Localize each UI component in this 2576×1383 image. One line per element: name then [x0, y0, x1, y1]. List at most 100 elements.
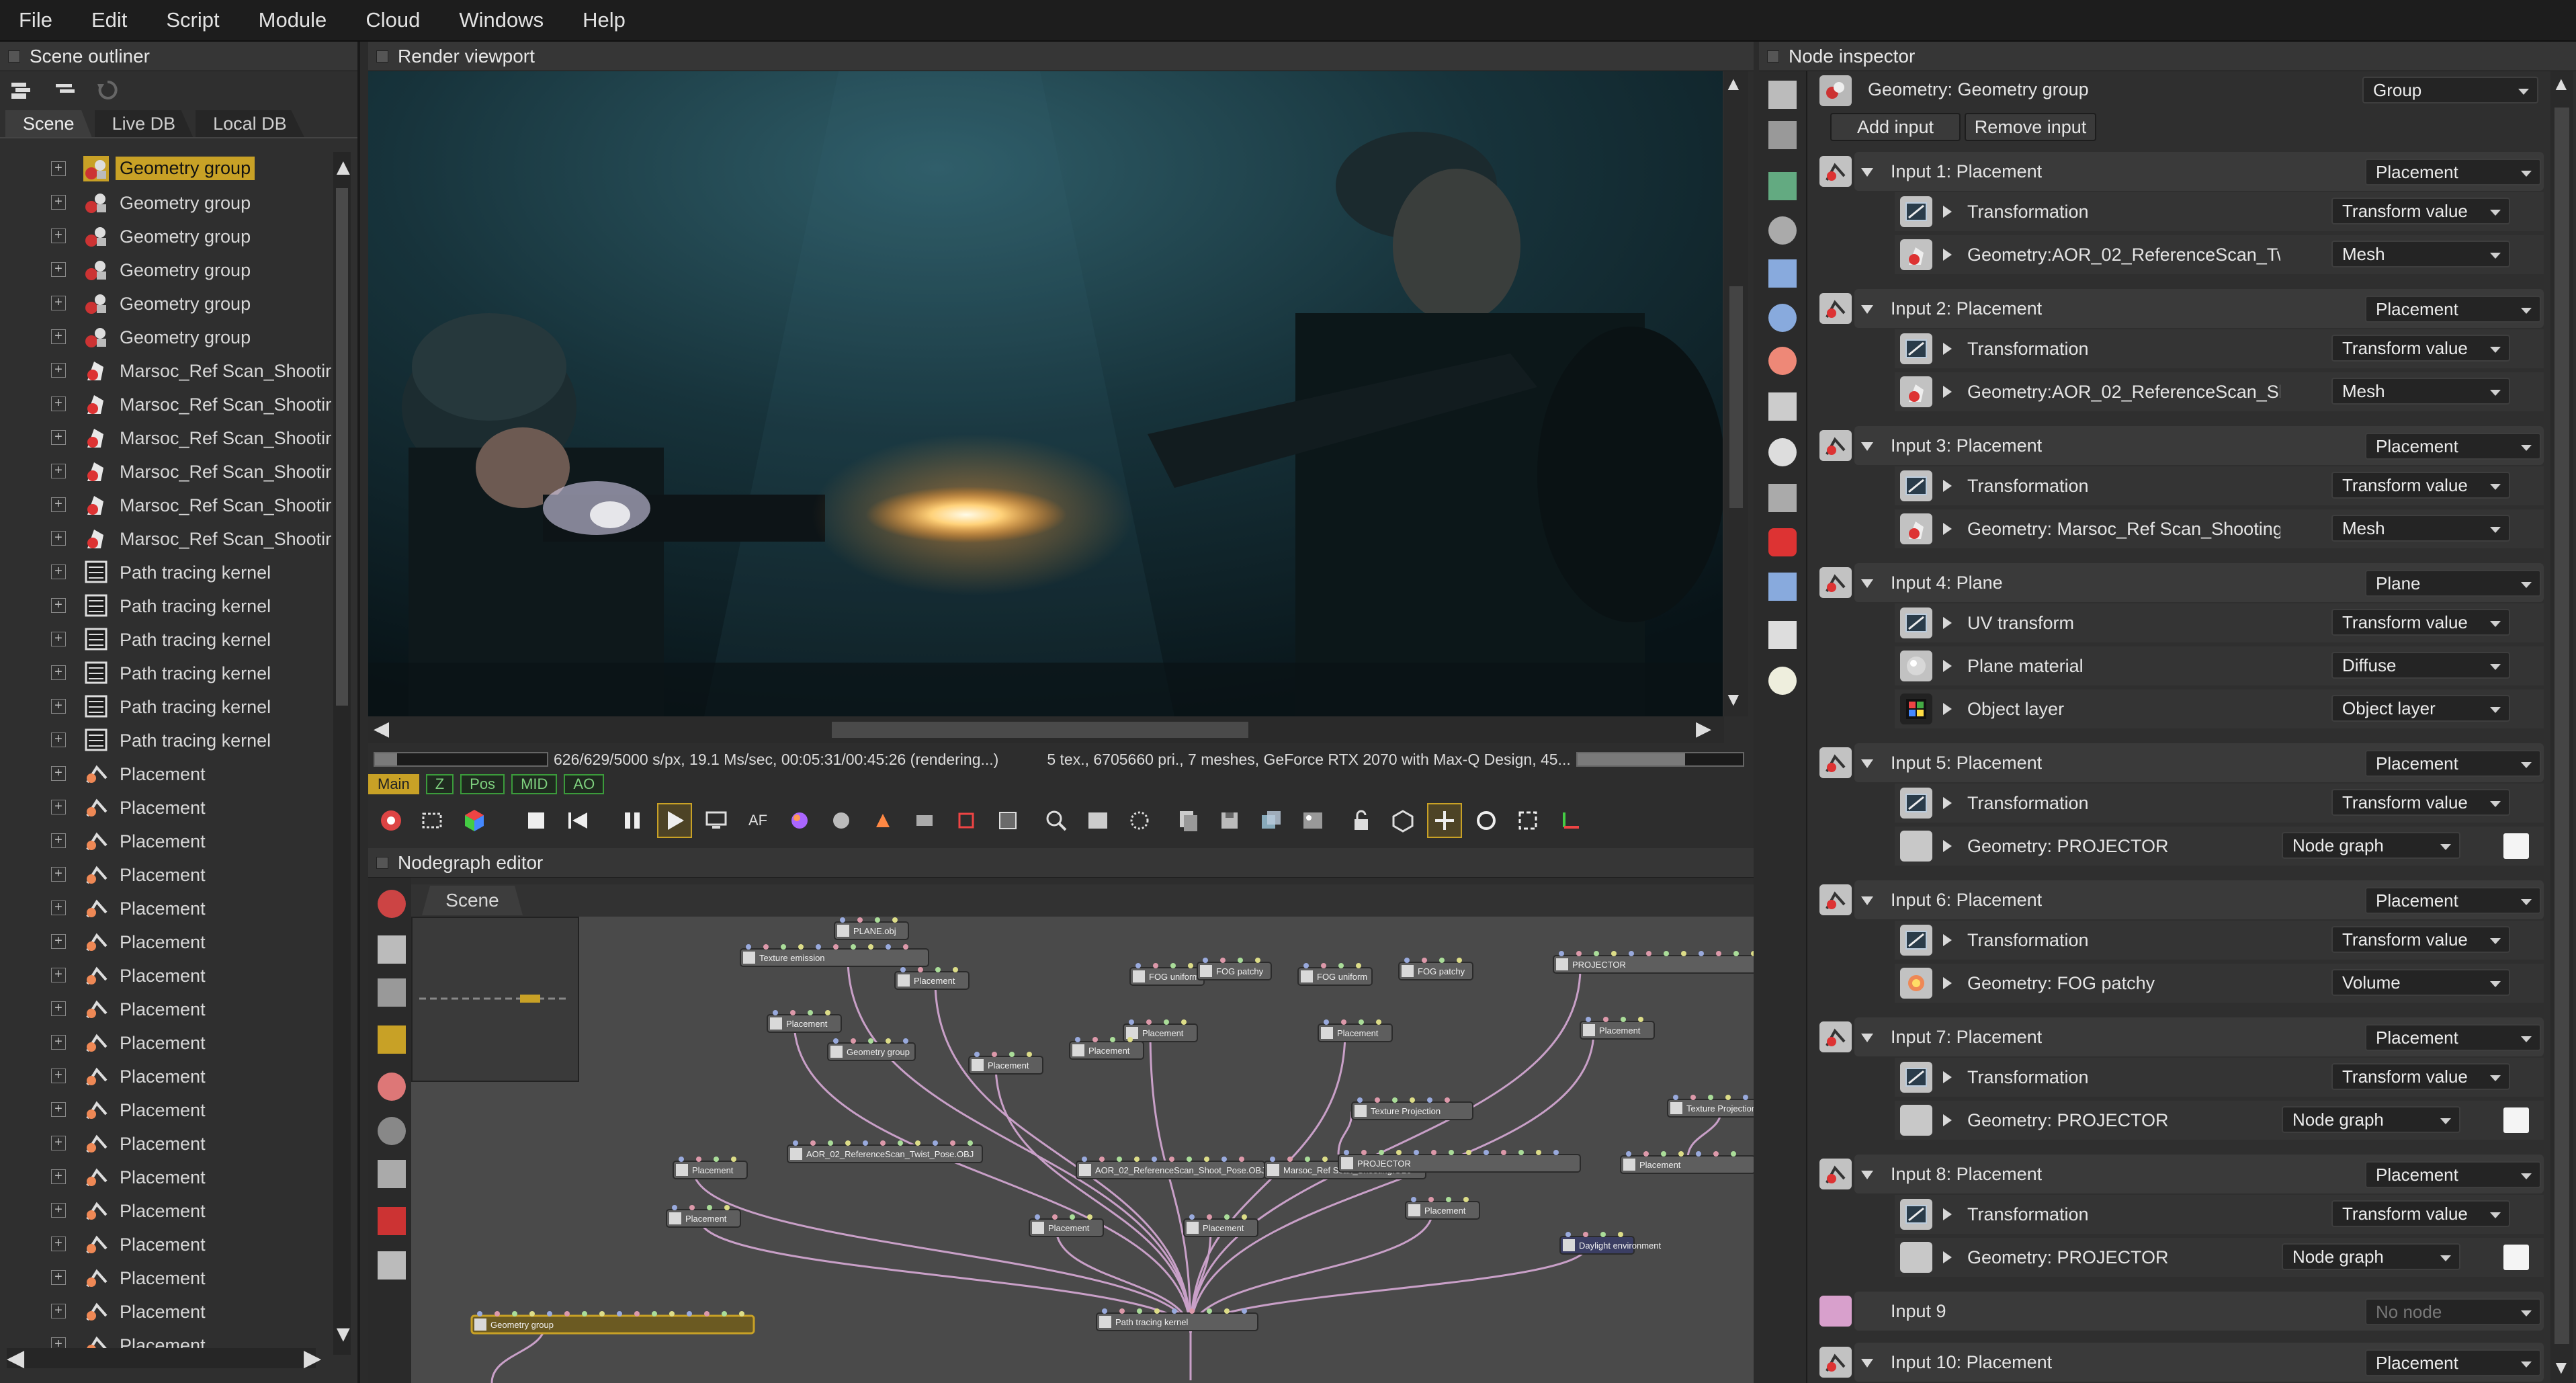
collapse-arrow-icon[interactable]	[1861, 1171, 1873, 1179]
expand-toggle-icon[interactable]: +	[51, 665, 66, 680]
panel-checkbox[interactable]	[8, 50, 20, 62]
expand-toggle-icon[interactable]: +	[51, 934, 66, 949]
input-type-dropdown[interactable]: Placement	[2365, 433, 2541, 460]
camera-icon[interactable]	[1768, 216, 1797, 245]
node-input-pin[interactable]	[1239, 1157, 1244, 1162]
expand-toggle-icon[interactable]: +	[51, 228, 66, 243]
outliner-item[interactable]: + Placement	[0, 1193, 336, 1227]
input-child-row[interactable]: Plane material Diffuse	[1895, 646, 2544, 685]
expand-toggle-icon[interactable]: +	[51, 464, 66, 478]
input-child-row[interactable]: Transformation Transform value	[1895, 784, 2544, 823]
remove-input-button[interactable]: Remove input	[1965, 113, 2096, 141]
expand-toggle-icon[interactable]: +	[51, 632, 66, 646]
node-input-pin[interactable]	[1188, 963, 1193, 968]
expand-arrow-icon[interactable]	[1943, 617, 1952, 629]
expand-toggle-icon[interactable]: +	[51, 1102, 66, 1117]
node-input-pin[interactable]	[1242, 1308, 1247, 1314]
graph-node[interactable]: PROJECTOR	[1338, 1150, 1581, 1173]
node-input-pin[interactable]	[1743, 1095, 1748, 1100]
node-input-pin[interactable]	[652, 1311, 657, 1316]
zoom-icon[interactable]	[1039, 803, 1074, 838]
render-settings-icon[interactable]	[374, 803, 409, 838]
node-input-pin[interactable]	[798, 944, 804, 950]
node-input-pin[interactable]	[1678, 1151, 1684, 1157]
graph-node[interactable]: AOR_02_ReferenceScan_Twist_Pose.OBJ	[787, 1140, 983, 1163]
node-input-pin[interactable]	[1172, 1308, 1177, 1314]
rotate-gizmo-icon[interactable]	[1469, 803, 1504, 838]
node-input-pin[interactable]	[816, 944, 821, 950]
node-input-pin[interactable]	[825, 1010, 830, 1015]
geometry-icon[interactable]	[1768, 304, 1797, 332]
outliner-item[interactable]: + Marsoc_Ref Scan_Shootin	[0, 387, 336, 421]
input-type-dropdown[interactable]: Placement	[2365, 1024, 2541, 1051]
node-input-pin[interactable]	[512, 1311, 517, 1316]
input-child-row[interactable]: Transformation Transform value	[1895, 192, 2544, 231]
node-input-pin[interactable]	[714, 1157, 719, 1162]
node-input-pin[interactable]	[773, 1010, 778, 1015]
inspector-scroll-up-icon[interactable]: ▲	[2552, 73, 2571, 95]
node-input-pin[interactable]	[1638, 1017, 1643, 1022]
restart-render-icon[interactable]	[560, 803, 595, 838]
node-input-pin[interactable]	[950, 1140, 955, 1146]
outliner-item[interactable]: + Placement	[0, 1059, 336, 1093]
expand-arrow-icon[interactable]	[1943, 1208, 1952, 1220]
expand-toggle-icon[interactable]: +	[51, 968, 66, 982]
node-input-pin[interactable]	[1600, 1232, 1606, 1237]
node-input-pin[interactable]	[1203, 958, 1208, 963]
node-input-pin[interactable]	[1457, 958, 1462, 963]
node-input-pin[interactable]	[1052, 1214, 1058, 1220]
expand-toggle-icon[interactable]: +	[51, 396, 66, 411]
expand-toggle-icon[interactable]: +	[51, 732, 66, 747]
outliner-item[interactable]: + Placement	[0, 958, 336, 992]
light-icon[interactable]	[1768, 667, 1797, 695]
pass-tab-ao[interactable]: AO	[564, 774, 605, 794]
collapse-arrow-icon[interactable]	[1861, 759, 1873, 768]
node-input-pin[interactable]	[1422, 958, 1427, 963]
node-input-pin[interactable]	[1699, 951, 1704, 956]
node-input-pin[interactable]	[875, 917, 880, 923]
autofocus-icon[interactable]: AF	[740, 803, 775, 838]
expand-arrow-icon[interactable]	[1943, 343, 1952, 355]
child-type-dropdown[interactable]: Transform value	[2331, 609, 2510, 636]
node-input-pin[interactable]	[1673, 1095, 1678, 1100]
viewport-scroll-up-icon[interactable]: ▲	[1724, 73, 1743, 95]
display-icon[interactable]	[699, 803, 734, 838]
expand-toggle-icon[interactable]: +	[51, 262, 66, 277]
graph-node[interactable]: Texture Projection	[1667, 1095, 1754, 1118]
expand-toggle-icon[interactable]: +	[51, 363, 66, 378]
node-type-dropdown[interactable]: Group	[2362, 77, 2538, 103]
node-input-pin[interactable]	[1594, 951, 1599, 956]
node-input-pin[interactable]	[828, 1140, 833, 1146]
node-input-pin[interactable]	[1170, 963, 1176, 968]
outliner-item[interactable]: + Placement	[0, 824, 336, 857]
material-icon[interactable]	[1768, 347, 1797, 375]
node-input-pin[interactable]	[1586, 1017, 1591, 1022]
expand-toggle-icon[interactable]: +	[51, 329, 66, 344]
outliner-item[interactable]: + Placement	[0, 790, 336, 824]
node-input-pin[interactable]	[886, 1038, 891, 1044]
node-input-pin[interactable]	[704, 1311, 710, 1316]
input-type-dropdown[interactable]: Placement	[2365, 159, 2541, 185]
child-type-dropdown[interactable]: Node graph	[2282, 1106, 2460, 1133]
expand-arrow-icon[interactable]	[1943, 977, 1952, 989]
collapse-arrow-icon[interactable]	[1861, 305, 1873, 314]
node-input-pin[interactable]	[1238, 958, 1243, 963]
node-input-pin[interactable]	[763, 944, 769, 950]
expand-arrow-icon[interactable]	[1943, 206, 1952, 218]
node-input-pin[interactable]	[1618, 1232, 1623, 1237]
child-type-dropdown[interactable]: Mesh	[2331, 241, 2510, 267]
node-input-pin[interactable]	[1255, 958, 1260, 963]
node-input-pin[interactable]	[1082, 1157, 1087, 1162]
input-row[interactable]: Input 6: Placement Placement	[1819, 880, 2544, 919]
menu-cloud[interactable]: Cloud	[366, 8, 420, 32]
outliner-item[interactable]: + Path tracing kernel	[0, 555, 336, 589]
graph-node[interactable]: Placement	[1318, 1019, 1393, 1042]
background-image-icon[interactable]	[1295, 803, 1330, 838]
node-input-pin[interactable]	[564, 1311, 570, 1316]
node-input-pin[interactable]	[739, 1311, 744, 1316]
node-input-pin[interactable]	[968, 1140, 973, 1146]
node-input-pin[interactable]	[1134, 1157, 1140, 1162]
graph-node[interactable]: Daylight environment	[1559, 1232, 1662, 1255]
node-input-pin[interactable]	[1341, 1019, 1346, 1025]
camera-node-icon[interactable]	[378, 978, 406, 1007]
